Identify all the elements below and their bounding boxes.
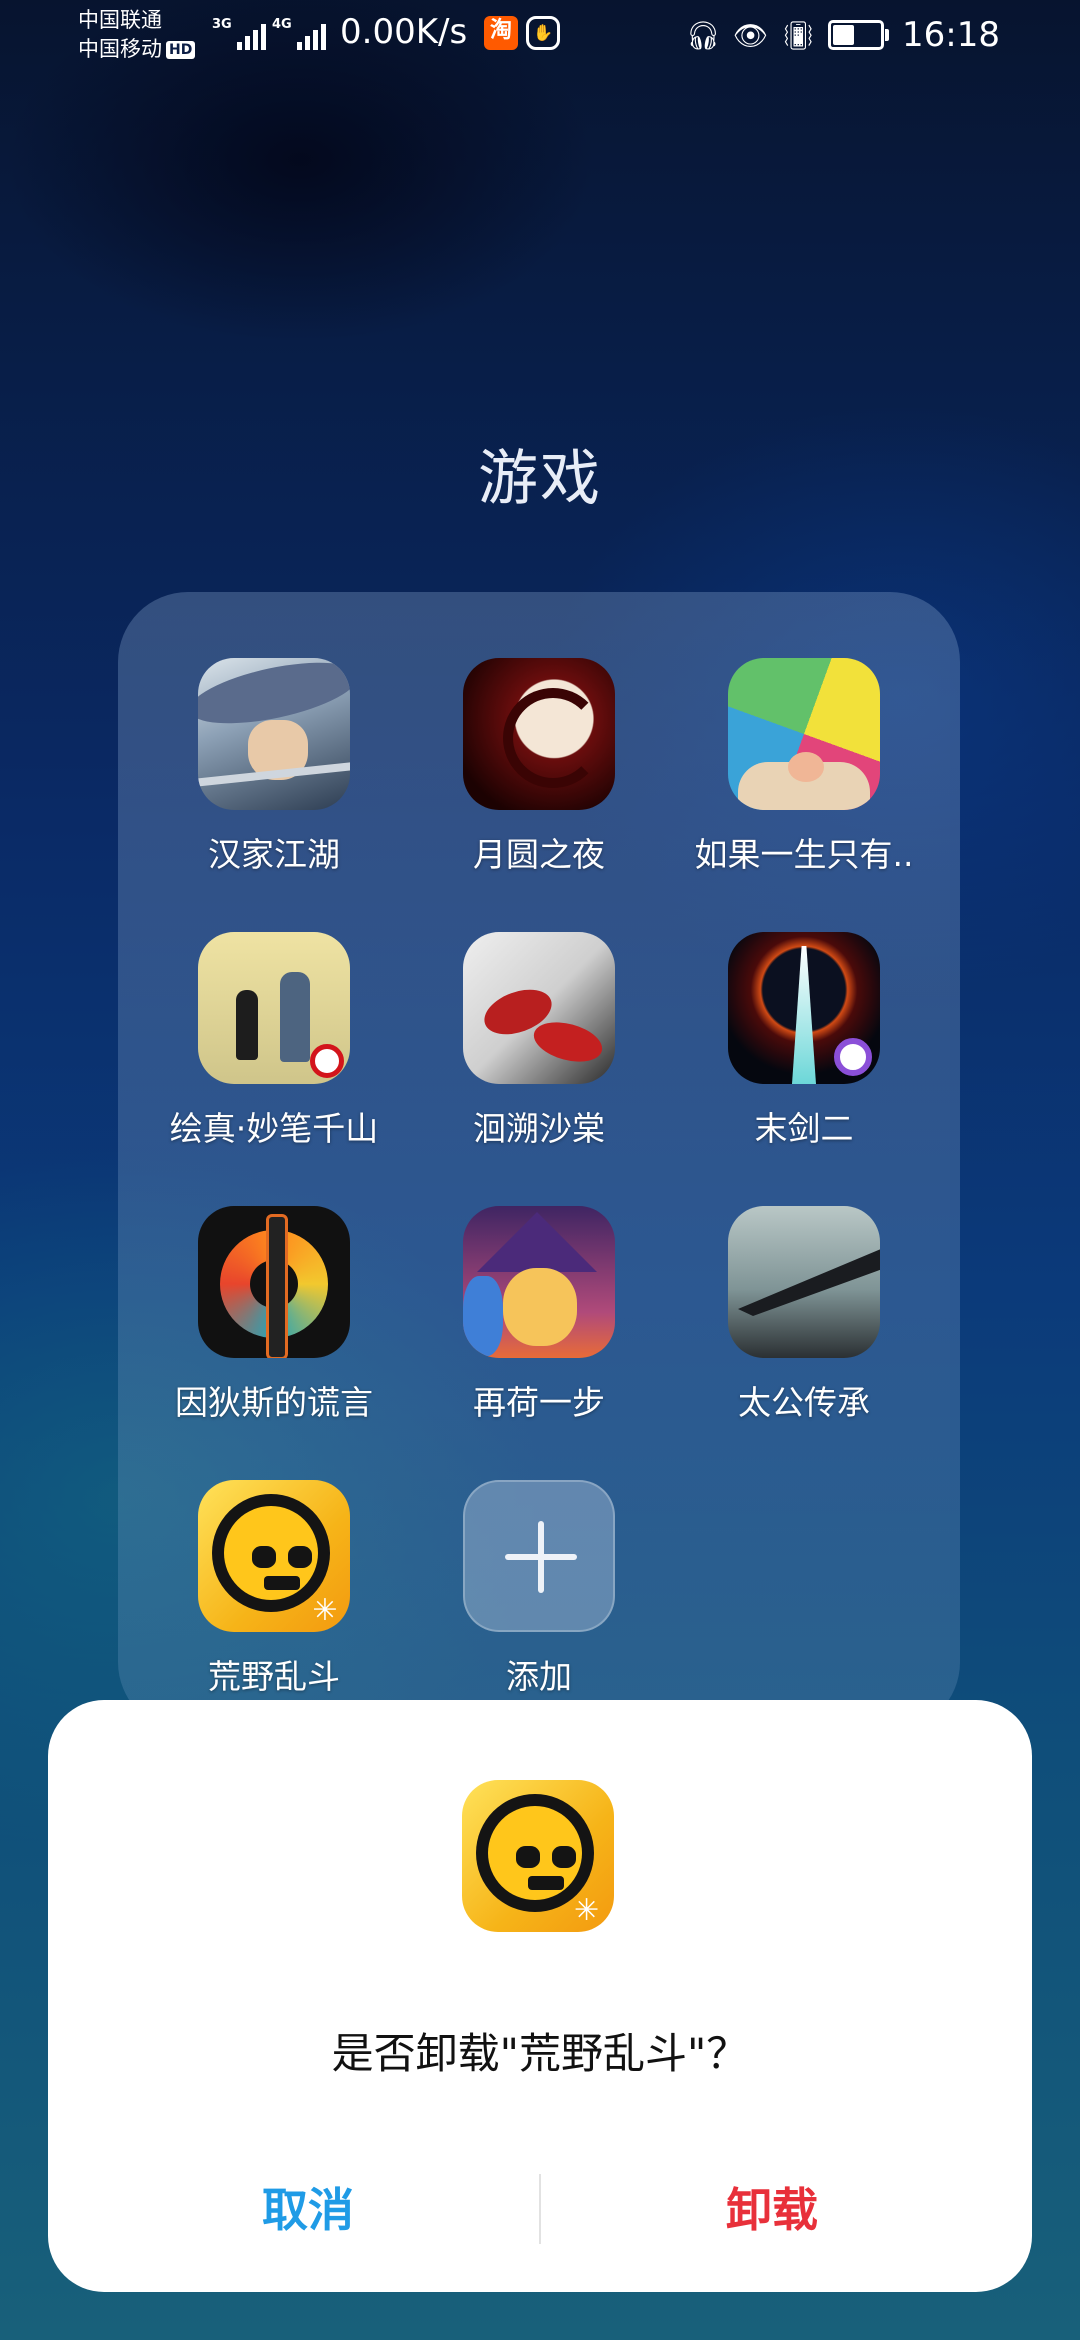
eye-icon: 👁︎ xyxy=(732,18,769,52)
carrier-1: 中国联通 xyxy=(78,8,162,32)
plus-icon[interactable] xyxy=(463,1480,615,1632)
app-label: 月圆之夜 xyxy=(473,835,605,874)
huisu-shatang-icon[interactable] xyxy=(463,932,615,1084)
folder-title[interactable]: 游戏 xyxy=(0,430,1080,517)
status-bar: 中国联通 中国移动 HD 3G 4G 0.00K/s 淘 ✋ 🎧︎ 👁︎ 📳︎ 1… xyxy=(0,0,1080,72)
dialog-message: 是否卸载"荒野乱斗"？ xyxy=(331,2029,749,2078)
brawl-stars-icon: ✳ xyxy=(462,1780,614,1932)
add-app-button[interactable]: 添加 xyxy=(409,1480,669,1698)
app-label: 洄溯沙棠 xyxy=(473,1109,605,1148)
app-hanjia-jianghu[interactable]: 汉家江湖 xyxy=(144,658,404,876)
app-mojian-er[interactable]: 末剑二 xyxy=(674,932,934,1150)
app-label: 如果一生只有.. xyxy=(694,835,914,874)
app-label: 荒野乱斗 xyxy=(208,1657,340,1696)
cancel-button[interactable]: 取消 xyxy=(78,2170,538,2250)
app-brawl-stars[interactable]: ✳ 荒野乱斗 xyxy=(144,1480,404,1698)
status-right: 🎧︎ 👁︎ 📳︎ 16:18 xyxy=(685,10,1080,60)
battery-icon xyxy=(828,20,890,50)
taobao-icon: 淘 xyxy=(484,16,518,50)
carrier-info: 中国联通 中国移动 HD xyxy=(78,6,196,64)
yindisi-icon[interactable] xyxy=(198,1206,350,1358)
app-yueyuan-zhiye[interactable]: 月圆之夜 xyxy=(409,658,669,876)
carrier-2: 中国移动 xyxy=(78,37,162,61)
app-label: 因狄斯的谎言 xyxy=(175,1383,373,1422)
taigong-chuancheng-icon[interactable] xyxy=(728,1206,880,1358)
add-label: 添加 xyxy=(506,1657,572,1696)
clock: 16:18 xyxy=(902,15,1000,55)
signal-icon-2: 4G xyxy=(272,14,326,50)
button-divider xyxy=(539,2174,541,2244)
network-speed: 0.00K/s xyxy=(340,12,468,52)
gesture-icon: ✋ xyxy=(526,16,560,50)
uninstall-button[interactable]: 卸载 xyxy=(542,2170,1002,2250)
app-label: 末剑二 xyxy=(754,1109,854,1148)
app-label: 再荷一步 xyxy=(473,1383,605,1422)
hanjia-jianghu-icon[interactable] xyxy=(198,658,350,810)
app-taigong-chuancheng[interactable]: 太公传承 xyxy=(674,1206,934,1424)
yueyuan-zhiye-icon[interactable] xyxy=(463,658,615,810)
app-yindisi[interactable]: 因狄斯的谎言 xyxy=(144,1206,404,1424)
app-huizhen-miaobi[interactable]: 绘真·妙笔千山 xyxy=(144,932,404,1150)
uninstall-dialog: ✳ 是否卸载"荒野乱斗"？ 取消 卸载 xyxy=(48,1700,1032,2292)
vibrate-icon: 📳︎ xyxy=(780,18,817,52)
zaihe-yibu-icon[interactable] xyxy=(463,1206,615,1358)
app-zaihe-yibu[interactable]: 再荷一步 xyxy=(409,1206,669,1424)
app-label: 太公传承 xyxy=(738,1383,870,1422)
app-folder: 汉家江湖 月圆之夜 如果一生只有.. 绘真·妙笔千山 洄溯沙棠 末剑二 因狄斯的… xyxy=(118,592,960,1732)
ruguo-yisheng-icon[interactable] xyxy=(728,658,880,810)
headphones-icon: 🎧︎ xyxy=(685,18,721,52)
signal-icon-1: 3G xyxy=(212,14,266,50)
app-label: 汉家江湖 xyxy=(208,835,340,874)
mojian-er-icon[interactable] xyxy=(728,932,880,1084)
brawl-stars-icon[interactable]: ✳ xyxy=(198,1480,350,1632)
huizhen-miaobi-icon[interactable] xyxy=(198,932,350,1084)
app-label: 绘真·妙笔千山 xyxy=(169,1109,379,1148)
hd-badge: HD xyxy=(166,41,196,59)
app-huisu-shatang[interactable]: 洄溯沙棠 xyxy=(409,932,669,1150)
app-ruguo-yisheng[interactable]: 如果一生只有.. xyxy=(674,658,934,876)
